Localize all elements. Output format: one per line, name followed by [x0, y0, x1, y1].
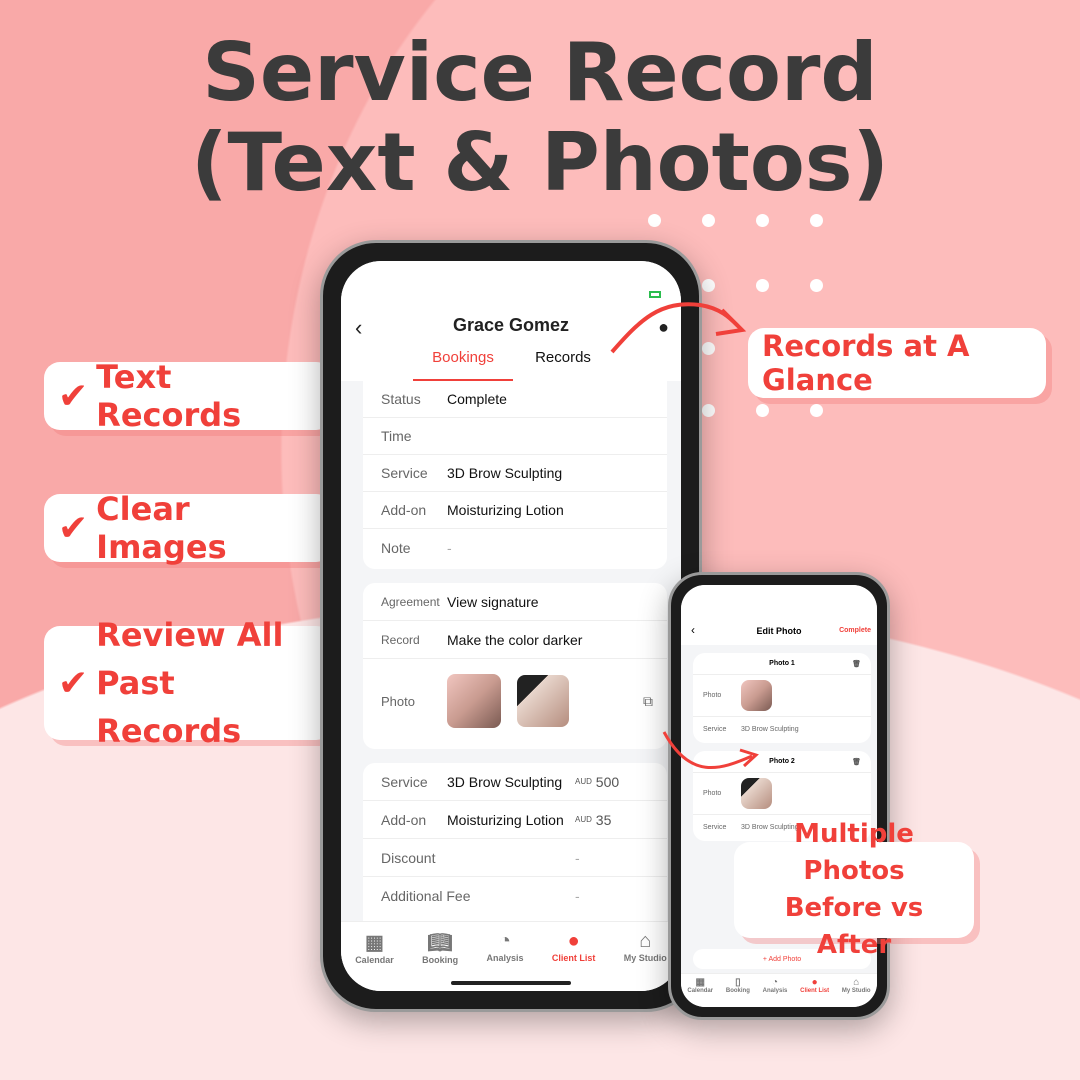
arrow-icon	[662, 731, 753, 770]
arrow-icon	[610, 302, 740, 354]
arrows	[610, 302, 759, 770]
